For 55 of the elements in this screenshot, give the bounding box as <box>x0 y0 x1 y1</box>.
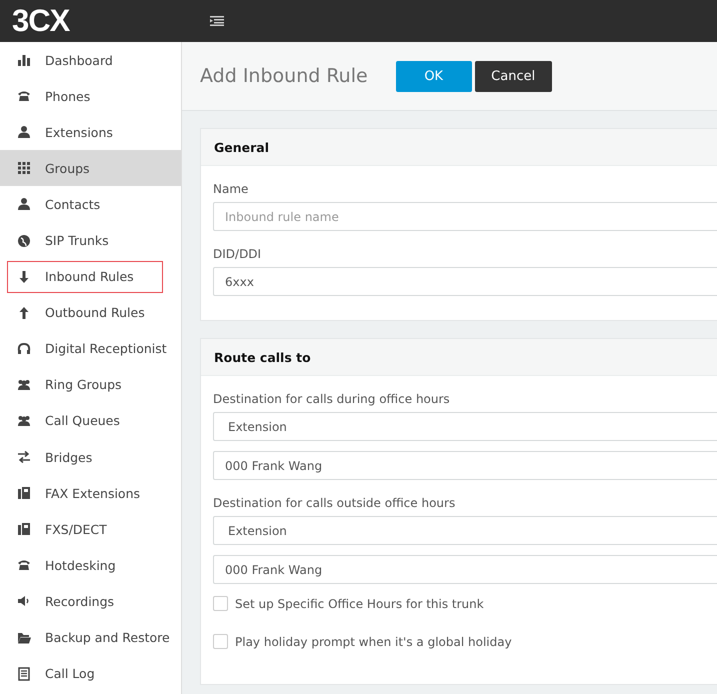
menu-icon[interactable] <box>210 16 224 26</box>
sidebar-item[interactable]: Call Queues <box>0 402 181 440</box>
sidebar-item[interactable]: SIP Trunks <box>0 222 181 259</box>
fax-icon <box>17 486 31 500</box>
checkbox[interactable] <box>213 634 228 649</box>
sidebar-item[interactable]: Groups <box>0 150 181 186</box>
page-title: Add Inbound Rule <box>200 65 368 87</box>
fax-icon <box>17 522 31 536</box>
headset-icon <box>17 342 31 356</box>
field-label: Destination for calls outside office hours <box>213 496 456 510</box>
speaker-icon <box>17 594 31 608</box>
input-field[interactable]: 000 Frank Wang <box>213 555 717 584</box>
document-icon <box>17 666 31 681</box>
sidebar-item[interactable]: Backup and Restore <box>0 620 181 656</box>
checkbox-label: Set up Specific Office Hours for this trunk <box>235 596 484 610</box>
sidebar-item[interactable]: Contacts <box>0 186 181 222</box>
dropdown[interactable]: Extension <box>213 516 717 545</box>
sidebar-item[interactable]: Recordings <box>0 583 181 620</box>
input-field[interactable]: Inbound rule name <box>213 202 717 231</box>
input-field[interactable]: 000 Frank Wang <box>213 451 717 480</box>
sidebar-item[interactable]: Extensions <box>0 114 181 150</box>
cancel-button[interactable]: Cancel <box>474 60 552 92</box>
sidebar-item[interactable]: Outbound Rules <box>0 294 181 331</box>
down-arrow-icon <box>17 270 31 284</box>
person-icon <box>17 197 31 212</box>
sidebar-item[interactable]: Ring Groups <box>0 366 181 403</box>
sidebar-item[interactable]: Phones <box>0 78 181 114</box>
person-icon <box>17 125 31 140</box>
sidebar-item[interactable]: Hotdesking <box>0 547 181 584</box>
section-title: Route calls to <box>214 350 311 364</box>
field-label: Destination for calls during office hours <box>213 392 451 406</box>
sidebar-item[interactable]: FAX Extensions <box>0 475 181 512</box>
people-icon <box>17 414 31 428</box>
logo[interactable]: 3CX <box>12 3 210 39</box>
folder-icon <box>17 630 31 645</box>
phone-icon <box>17 558 31 572</box>
input-field[interactable]: 6xxx <box>213 267 717 296</box>
dropdown[interactable]: Extension <box>213 412 717 441</box>
section-title: General <box>214 140 269 154</box>
sidebar-item[interactable]: FXS/DECT <box>0 511 181 548</box>
up-arrow-icon <box>17 306 31 320</box>
phone-icon <box>17 89 31 104</box>
field-label: Name <box>213 182 250 196</box>
sidebar-item[interactable]: Dashboard <box>0 42 181 78</box>
checkbox-label: Play holiday prompt when it's a global holiday <box>235 634 512 648</box>
grid-icon <box>17 161 31 176</box>
field-label: DID/DDI <box>213 247 262 261</box>
sidebar-item[interactable]: Digital Receptionist <box>0 330 181 367</box>
globe-icon <box>17 234 31 248</box>
people-icon <box>17 378 31 392</box>
sidebar-item[interactable]: Bridges <box>0 439 181 476</box>
sidebar-item[interactable]: Call Log <box>0 656 181 692</box>
checkbox[interactable] <box>213 596 228 611</box>
bar-chart-icon <box>17 53 31 68</box>
swap-arrows-icon <box>17 450 31 464</box>
